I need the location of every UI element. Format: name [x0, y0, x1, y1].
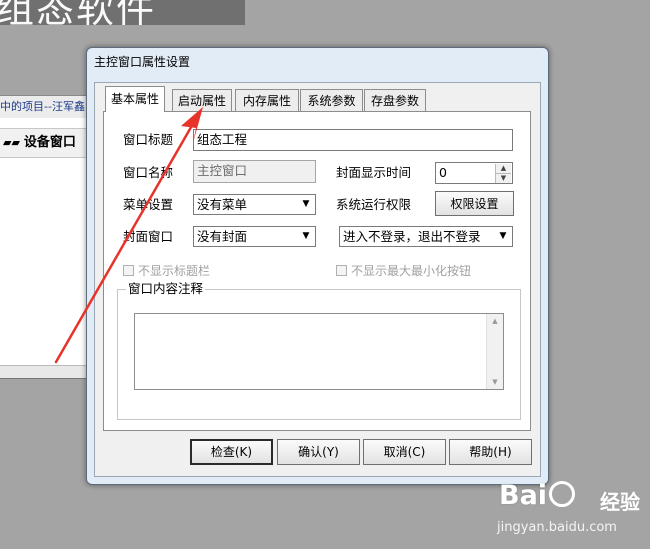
help-button[interactable]: 帮助(H)	[449, 439, 532, 465]
cover-window-value: 没有封面	[197, 229, 248, 244]
hide-titlebar-checkbox[interactable]: 不显示标题栏	[123, 262, 210, 279]
checkbox-label: 不显示最大最小化按钮	[351, 264, 472, 278]
cover-time-label: 封面显示时间	[336, 165, 412, 180]
hide-minmax-checkbox[interactable]: 不显示最大最小化按钮	[336, 262, 471, 279]
window-name-field: 主控窗口	[193, 160, 316, 183]
confirm-button[interactable]: 确认(Y)	[277, 439, 360, 465]
comment-scrollbar[interactable]: ▲ ▼	[486, 314, 503, 389]
cover-window-select[interactable]: 没有封面 ▼	[193, 226, 316, 247]
tab-startup-properties[interactable]: 启动属性	[172, 89, 232, 111]
cover-window-label: 封面窗口	[123, 229, 174, 244]
tab-storage-parameters[interactable]: 存盘参数	[364, 89, 426, 111]
scroll-down-icon[interactable]: ▼	[487, 378, 503, 386]
checkbox-box	[336, 265, 347, 276]
window-name-label: 窗口名称	[123, 165, 174, 180]
cancel-button[interactable]: 取消(C)	[363, 439, 446, 465]
checkbox-box	[123, 265, 134, 276]
login-mode-value: 进入不登录，退出不登录	[343, 229, 481, 244]
login-mode-select[interactable]: 进入不登录，退出不登录 ▼	[339, 226, 513, 247]
window-comment-textarea[interactable]: ▲ ▼	[134, 313, 504, 390]
permission-settings-button[interactable]: 权限设置	[435, 191, 514, 216]
tab-label: 启动属性	[177, 94, 226, 108]
background-title-text: 组态软件	[0, 0, 157, 25]
device-icon: ▰▰	[3, 136, 20, 149]
tab-label: 存盘参数	[370, 94, 419, 108]
menu-setting-label: 菜单设置	[123, 197, 174, 212]
baidu-jingyan-watermark: Bai 经验 jingyan.baidu.com	[497, 480, 647, 545]
scroll-up-icon[interactable]: ▲	[487, 317, 503, 325]
tab-page-basic: 窗口标题 组态工程 窗口名称 主控窗口 封面显示时间 0 ▲ ▼ 菜单设置 没有…	[103, 111, 531, 431]
permission-label: 系统运行权限	[336, 197, 412, 212]
device-window-tab[interactable]: ▰▰ 设备窗口	[0, 128, 90, 158]
chevron-down-icon[interactable]: ▼	[495, 228, 511, 245]
dialog-title: 主控窗口属性设置	[94, 55, 191, 69]
menu-setting-value: 没有菜单	[197, 197, 248, 212]
tab-label: 系统参数	[307, 94, 356, 108]
tab-label: 基本属性	[110, 92, 159, 106]
menu-setting-select[interactable]: 没有菜单 ▼	[193, 194, 316, 215]
cover-time-value: 0	[439, 165, 447, 180]
tab-system-parameters[interactable]: 系统参数	[300, 89, 363, 111]
window-comment-label: 窗口内容注释	[126, 281, 206, 297]
baidu-logo: Bai	[499, 480, 577, 511]
background-project-panel: 中的项目--汪军鑫 ▰▰ 设备窗口	[0, 95, 90, 379]
chevron-down-icon[interactable]: ▼	[298, 228, 314, 245]
cover-time-stepper[interactable]: 0 ▲ ▼	[435, 162, 513, 184]
device-window-label: 设备窗口	[23, 135, 76, 150]
stepper-down-icon[interactable]: ▼	[495, 173, 511, 183]
main-window-properties-dialog: 主控窗口属性设置 基本属性 启动属性 内存属性 系统参数 存盘参数 窗口标题 组…	[86, 47, 549, 485]
watermark-url: jingyan.baidu.com	[497, 520, 617, 535]
breadcrumb: 中的项目--汪军鑫	[0, 96, 90, 118]
window-title-label: 窗口标题	[123, 132, 174, 147]
paw-icon	[549, 481, 576, 507]
check-button[interactable]: 检查(K)	[190, 439, 273, 465]
tab-basic-properties[interactable]: 基本属性	[105, 86, 165, 112]
dialog-client: 基本属性 启动属性 内存属性 系统参数 存盘参数 窗口标题 组态工程 窗口名称 …	[94, 82, 541, 477]
checkbox-label: 不显示标题栏	[138, 264, 211, 278]
jingyan-label: 经验	[600, 490, 640, 514]
background-statusbar	[0, 365, 90, 378]
tab-memory-properties[interactable]: 内存属性	[235, 89, 299, 111]
tab-label: 内存属性	[242, 94, 291, 108]
chevron-down-icon[interactable]: ▼	[298, 196, 314, 213]
window-comment-group: 窗口内容注释 ▲ ▼	[117, 281, 521, 420]
background-window-title: 组态软件	[0, 0, 245, 25]
stepper-up-icon[interactable]: ▲	[495, 164, 511, 173]
window-title-input[interactable]: 组态工程	[193, 129, 513, 151]
